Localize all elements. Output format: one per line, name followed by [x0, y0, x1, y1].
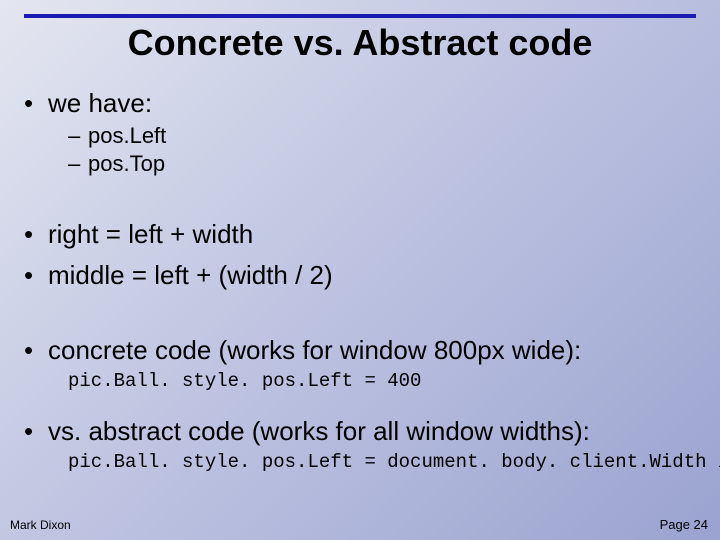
bullet-text: middle = left + (width / 2)	[48, 260, 333, 291]
title-rule	[24, 14, 696, 18]
dash-icon: –	[68, 151, 88, 177]
bullet-abstract-intro: • vs. abstract code (works for all windo…	[24, 416, 696, 447]
code-abstract: pic.Ball. style. pos.Left = document. bo…	[68, 451, 696, 473]
bullet-text: right = left + width	[48, 219, 253, 250]
subbullet-text: pos.Left	[88, 123, 166, 149]
subbullet-text: pos.Top	[88, 151, 165, 177]
bullet-concrete-intro: • concrete code (works for window 800px …	[24, 335, 696, 366]
code-concrete: pic.Ball. style. pos.Left = 400	[68, 370, 696, 392]
bullet-dot-icon: •	[24, 416, 48, 447]
bullet-text: vs. abstract code (works for all window …	[48, 416, 590, 447]
slide: Concrete vs. Abstract code • we have: – …	[0, 0, 720, 540]
footer-page: Page 24	[660, 517, 708, 532]
slide-body: • we have: – pos.Left – pos.Top • right …	[24, 78, 696, 479]
bullet-dot-icon: •	[24, 88, 48, 119]
bullet-text: concrete code (works for window 800px wi…	[48, 335, 581, 366]
footer-author: Mark Dixon	[10, 518, 71, 532]
spacer	[24, 179, 696, 209]
bullet-right-eq: • right = left + width	[24, 219, 696, 250]
bullet-dot-icon: •	[24, 260, 48, 291]
slide-title: Concrete vs. Abstract code	[0, 22, 720, 64]
bullet-middle-eq: • middle = left + (width / 2)	[24, 260, 696, 291]
bullet-dot-icon: •	[24, 219, 48, 250]
bullet-dot-icon: •	[24, 335, 48, 366]
spacer	[24, 398, 696, 406]
subbullet-postop: – pos.Top	[68, 151, 696, 177]
bullet-we-have: • we have:	[24, 88, 696, 119]
spacer	[24, 295, 696, 325]
bullet-text: we have:	[48, 88, 152, 119]
subbullet-posleft: – pos.Left	[68, 123, 696, 149]
dash-icon: –	[68, 123, 88, 149]
